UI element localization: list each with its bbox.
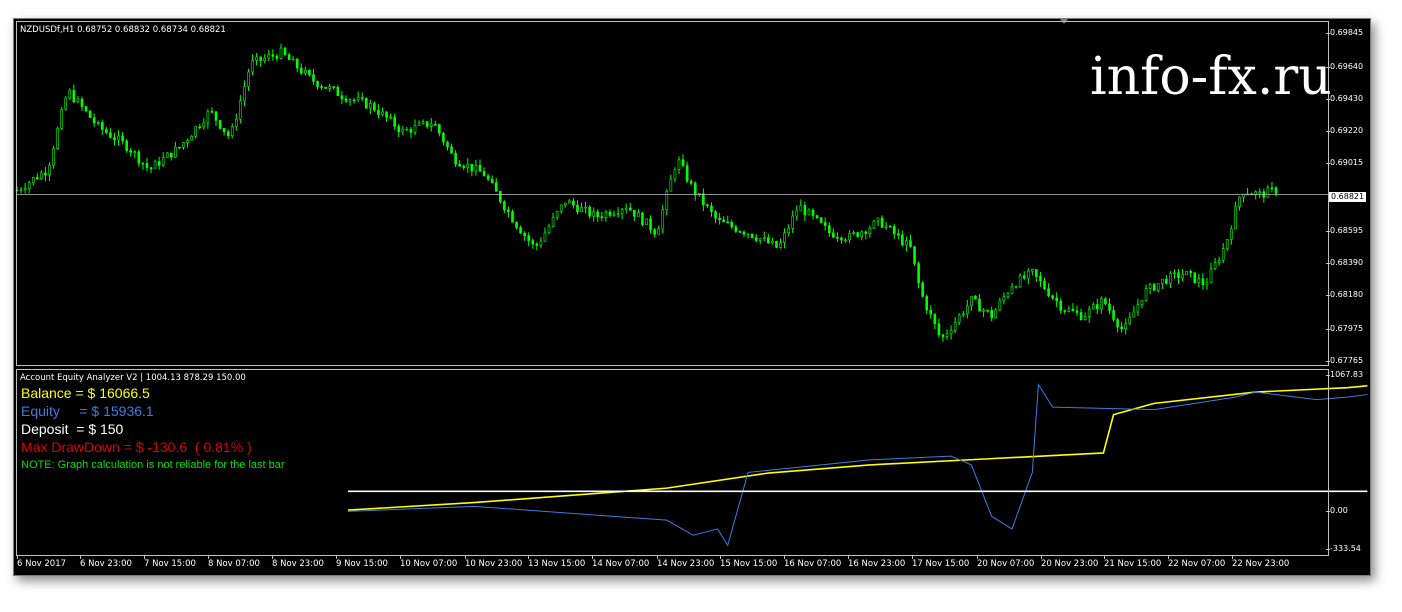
time-tick-label: 17 Nov 15:00 bbox=[912, 556, 970, 569]
equity-label: Equity = $ 15936.1 bbox=[21, 403, 154, 419]
price-tick-label: 0.67765 bbox=[1325, 356, 1364, 365]
price-tick-label: 0.68390 bbox=[1325, 258, 1364, 267]
time-tick-label: 6 Nov 2017 bbox=[17, 556, 67, 569]
time-tick-label: 16 Nov 07:00 bbox=[784, 556, 842, 569]
time-tick-label: 22 Nov 07:00 bbox=[1168, 556, 1226, 569]
time-tick-label: 14 Nov 23:00 bbox=[657, 556, 715, 569]
time-tick-label: 10 Nov 23:00 bbox=[465, 556, 523, 569]
time-tick-label: 16 Nov 23:00 bbox=[848, 556, 906, 569]
price-tick-label: 0.68595 bbox=[1325, 226, 1364, 235]
deposit-label: Deposit = $ 150 bbox=[21, 421, 124, 437]
indicator-tick-label: -333.54 bbox=[1326, 544, 1361, 553]
price-tick-label: 0.69015 bbox=[1325, 158, 1364, 167]
time-tick-label: 8 Nov 23:00 bbox=[272, 556, 324, 569]
time-tick-label: 9 Nov 15:00 bbox=[336, 556, 388, 569]
indicator-tick-label: 1067.83 bbox=[1325, 370, 1364, 379]
indicator-tick-label: 0.00 bbox=[1326, 506, 1348, 515]
price-tick-label: 0.69220 bbox=[1325, 126, 1364, 135]
price-tick-label: 0.69845 bbox=[1325, 28, 1364, 37]
time-tick-label: 15 Nov 15:00 bbox=[720, 556, 778, 569]
indicator-name: Account Equity Analyzer V2 | 1004.13 878… bbox=[20, 373, 246, 383]
time-tick-label: 20 Nov 07:00 bbox=[977, 556, 1035, 569]
price-tick-label: 0.69640 bbox=[1325, 62, 1364, 71]
time-tick-label: 13 Nov 15:00 bbox=[528, 556, 586, 569]
time-tick-label: 22 Nov 23:00 bbox=[1232, 556, 1290, 569]
price-tick-label: 0.68180 bbox=[1325, 290, 1364, 299]
current-price-label: 0.68821 bbox=[1329, 192, 1367, 202]
chart-window[interactable]: NZDUSDf,H1 0.68752 0.68832 0.68734 0.688… bbox=[13, 18, 1371, 576]
price-tick-label: 0.67975 bbox=[1325, 324, 1364, 333]
time-tick-label: 21 Nov 15:00 bbox=[1104, 556, 1162, 569]
balance-label: Balance = $ 16066.5 bbox=[21, 385, 150, 401]
note-text: NOTE: Graph calculation is not reliable … bbox=[21, 459, 285, 471]
time-tick-label: 14 Nov 07:00 bbox=[592, 556, 650, 569]
drawdown-label: Max DrawDown = $ -130.6 ( 0.81% ) bbox=[21, 439, 252, 455]
symbol-info: NZDUSDf,H1 0.68752 0.68832 0.68734 0.688… bbox=[20, 25, 226, 35]
time-tick-label: 6 Nov 23:00 bbox=[80, 556, 132, 569]
price-tick-label: 0.69430 bbox=[1325, 94, 1364, 103]
time-tick-label: 7 Nov 15:00 bbox=[144, 556, 196, 569]
time-tick-label: 20 Nov 23:00 bbox=[1041, 556, 1099, 569]
watermark-logo: info-fx.ru bbox=[1090, 47, 1332, 107]
time-tick-label: 8 Nov 07:00 bbox=[208, 556, 260, 569]
time-tick-label: 10 Nov 07:00 bbox=[400, 556, 458, 569]
